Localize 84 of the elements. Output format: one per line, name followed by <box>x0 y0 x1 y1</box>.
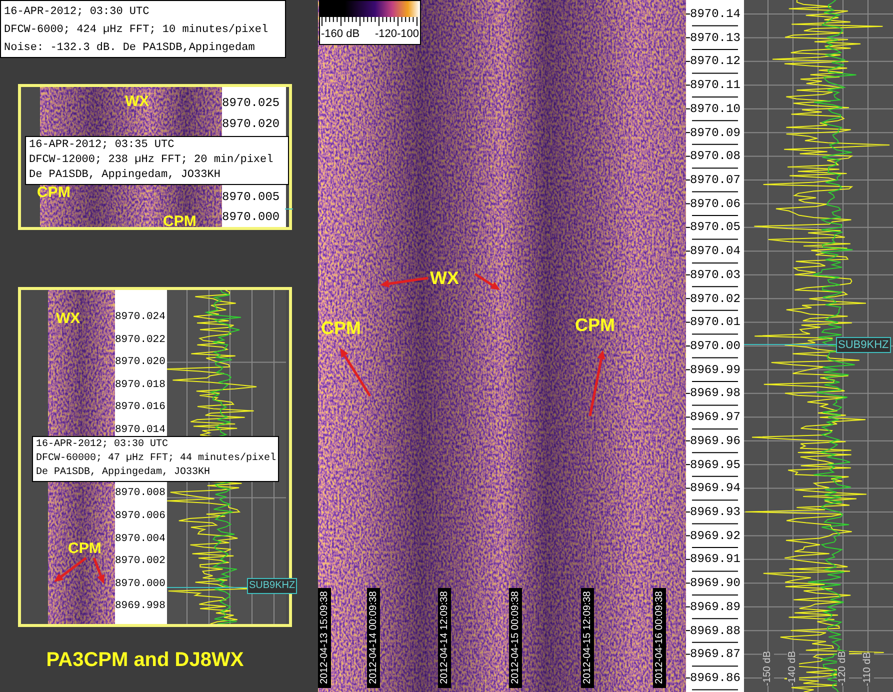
frequency-label: 8969.90 <box>690 575 740 592</box>
marker-label: SUB9KHZ <box>247 578 298 594</box>
frequency-label: 8970.000 <box>115 576 166 592</box>
frequency-label: 8970.005 <box>222 189 281 206</box>
frequency-label: 8969.98 <box>690 385 740 402</box>
info-text: 16-APR-2012; 03:35 UTC <box>29 138 176 153</box>
axis-label: -150 dB <box>762 650 774 686</box>
frequency-label: 8970.000 <box>222 209 281 226</box>
info-text: DFCW-60000; 47 µHz FFT; 44 minutes/pixel <box>36 452 275 466</box>
frequency-label: 8970.014 <box>115 422 166 438</box>
frequency-label: 8969.99 <box>690 362 740 378</box>
frequency-label: 8969.96 <box>690 432 740 449</box>
info-text: De PA1SDB, Appingedam, JO33KH <box>29 168 222 183</box>
annotation-label: CPM <box>68 539 102 559</box>
info-text: DFCW-6000; 424 µHz FFT; 10 minutes/pixel <box>4 23 270 38</box>
frequency-label: 8970.008 <box>115 486 166 502</box>
frequency-label: 8970.13 <box>690 30 740 46</box>
frequency-label: 8969.94 <box>690 480 740 496</box>
frequency-label: 8970.01 <box>690 314 740 330</box>
frequency-label: 8970.10 <box>690 100 740 117</box>
frequency-label: 8969.998 <box>115 599 166 614</box>
frequency-label: 8970.05 <box>690 219 740 236</box>
frequency-label: 8970.018 <box>115 378 166 393</box>
info-text: 16-APR-2012; 03:30 UTC <box>36 438 170 452</box>
annotation-label: CPM <box>163 212 196 232</box>
frequency-label: 8970.025 <box>222 95 281 112</box>
annotation-label: CPM <box>575 314 615 337</box>
frequency-label: 8970.004 <box>115 532 166 547</box>
frequency-label: 8969.86 <box>690 670 740 686</box>
frequency-label: 8970.00 <box>690 338 740 354</box>
time-label: 2012-04-14 00:09:38 <box>367 588 380 688</box>
frequency-label: 8970.02 <box>690 290 740 307</box>
frequency-label: 8970.002 <box>115 554 166 570</box>
arrow <box>54 557 87 582</box>
frequency-label: 8970.03 <box>690 266 740 283</box>
frequency-label: 8970.024 <box>115 310 166 325</box>
axis-label: -140 dB <box>787 650 799 686</box>
time-label: 2012-04-13 15:09:38 <box>318 588 331 688</box>
frequency-label: 8970.020 <box>222 116 281 133</box>
caption-text: PA3CPM and DJ8WX <box>46 648 244 673</box>
arrow <box>340 348 372 397</box>
frequency-label: 8970.020 <box>115 355 166 370</box>
annotation-label: WX <box>125 92 150 112</box>
frequency-label: 8969.89 <box>690 598 740 615</box>
frequency-label: 8970.07 <box>690 172 740 188</box>
frequency-label: 8970.04 <box>690 243 740 260</box>
time-label: 2012-04-15 00:09:38 <box>509 588 522 688</box>
frequency-label: 8969.92 <box>690 528 740 544</box>
time-label: 2012-04-16 00:09:38 <box>653 588 666 688</box>
annotation-label: WX <box>430 267 459 290</box>
frequency-label: 8970.016 <box>115 400 166 416</box>
frequency-label: 8970.09 <box>690 124 740 141</box>
info-text: 16-APR-2012; 03:30 UTC <box>4 5 150 20</box>
info-text: Noise: -132.3 dB. De PA1SDB,Appingedam <box>4 41 256 56</box>
info-text: DFCW-12000; 238 µHz FFT; 20 min/pixel <box>29 153 274 168</box>
frequency-label: 8970.11 <box>690 77 740 94</box>
annotation-label: CPM <box>37 183 70 203</box>
frequency-label: 8970.022 <box>115 332 166 348</box>
time-label: 2012-04-14 12:09:38 <box>438 588 451 688</box>
annotation-label: CPM <box>321 317 361 340</box>
info-text: De PA1SDB, Appingedam, JO33KH <box>36 466 212 480</box>
time-label: 2012-04-15 12:09:38 <box>581 588 594 688</box>
frequency-label: 8969.87 <box>690 646 740 662</box>
colorbar-label: -160 dB <box>321 27 360 41</box>
frequency-label: 8969.91 <box>690 551 740 568</box>
annotation-label: WX <box>56 309 80 329</box>
marker-label: SUB9KHZ <box>836 337 891 353</box>
arrow <box>92 558 104 584</box>
frequency-label: 8970.12 <box>690 53 740 70</box>
frequency-label: 8970.006 <box>115 509 166 524</box>
frequency-label: 8969.95 <box>690 456 740 473</box>
frequency-label: 8969.88 <box>690 622 740 639</box>
axis-label: -120 dB <box>837 650 849 686</box>
frequency-label: 8969.97 <box>690 409 740 426</box>
frequency-label: 8969.93 <box>690 504 740 520</box>
frequency-label: 8970.14 <box>690 6 740 22</box>
arrow <box>474 272 500 290</box>
frequency-label: 8970.08 <box>690 148 740 164</box>
marker-line <box>285 208 293 210</box>
arrow <box>588 350 606 416</box>
colorbar-label: -120-100 <box>374 27 419 41</box>
arrow <box>380 276 428 288</box>
axis-label: -110 dB <box>862 652 874 686</box>
frequency-label: 8970.06 <box>690 196 740 212</box>
